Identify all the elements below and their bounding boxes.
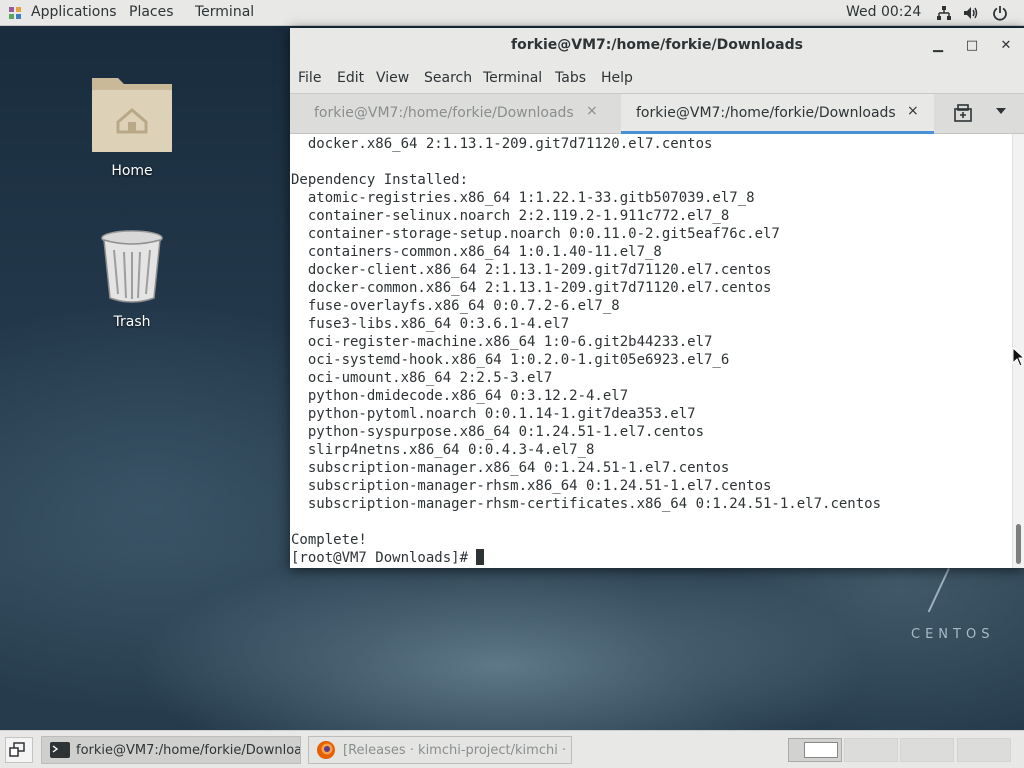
clock[interactable]: Wed 00:24 [846,4,921,20]
taskbar-item-label: forkie@VM7:/home/forkie/Downloa... [76,743,301,758]
close-button[interactable]: ✕ [996,36,1016,56]
tab-label: forkie@VM7:/home/forkie/Downloads [636,105,896,121]
desktop-icon-home-label: Home [111,163,153,179]
maximize-icon: □ [965,38,979,53]
trash-icon [101,230,163,303]
applications-menu[interactable]: Applications [31,4,117,20]
taskbar-item-label: [Releases · kimchi-project/kimchi · G... [343,743,572,758]
centos-logo-mark [927,568,950,613]
tab-close-icon[interactable]: × [586,103,598,119]
desktop-icon-trash-label: Trash [113,314,151,330]
taskbar-item-terminal[interactable]: forkie@VM7:/home/forkie/Downloa... [41,736,301,764]
tab-downloads-1[interactable]: forkie@VM7:/home/forkie/Downloads × [290,94,620,134]
workspace-window-thumbnail [804,742,838,758]
firefox-icon [317,741,335,759]
show-desktop-button[interactable] [5,737,33,763]
menu-tabs[interactable]: Tabs [555,70,586,86]
new-tab-icon[interactable] [954,104,972,122]
menu-edit[interactable]: Edit [337,70,364,86]
terminal-icon [50,742,70,758]
window-title: forkie@VM7:/home/forkie/Downloads [511,37,803,53]
menu-file[interactable]: File [298,70,321,86]
folder-home-icon [92,78,172,152]
workspace-3[interactable] [900,738,954,762]
top-panel: Applications Places Terminal Wed 00:24 [0,0,1024,26]
minimize-button[interactable]: ▁ [928,36,948,56]
shell-prompt: [root@VM7 Downloads]# [291,550,477,566]
text-cursor [476,549,485,565]
close-icon: ✕ [1000,38,1012,53]
maximize-button[interactable]: □ [962,36,982,56]
bottom-taskbar: forkie@VM7:/home/forkie/Downloa... [Rele… [0,730,1024,768]
window-titlebar[interactable]: forkie@VM7:/home/forkie/Downloads ▁ □ ✕ [290,28,1024,64]
taskbar-item-firefox[interactable]: [Releases · kimchi-project/kimchi · G... [308,736,572,764]
show-desktop-icon [9,742,25,757]
tab-label: forkie@VM7:/home/forkie/Downloads [314,105,574,121]
centos-brand-text: CENTOS [911,627,995,642]
tab-downloads-2[interactable]: forkie@VM7:/home/forkie/Downloads × [621,94,934,134]
workspace-1[interactable] [788,738,842,762]
menu-terminal[interactable]: Terminal [483,70,542,86]
terminal-output-text: docker.x86_64 2:1.13.1-209.git7d71120.el… [291,136,882,548]
menu-view[interactable]: View [376,70,409,86]
terminal-output[interactable]: docker.x86_64 2:1.13.1-209.git7d71120.el… [290,134,1012,568]
menu-search[interactable]: Search [424,70,472,86]
tab-close-icon[interactable]: × [907,103,919,119]
workspace-2[interactable] [844,738,898,762]
menu-help[interactable]: Help [601,70,633,86]
places-menu[interactable]: Places [129,4,174,20]
desktop-icon-trash[interactable]: Trash [72,230,192,330]
tabs-dropdown-icon[interactable] [996,108,1006,114]
tab-bar: forkie@VM7:/home/forkie/Downloads × fork… [290,93,1024,134]
network-icon[interactable] [936,5,952,21]
workspace-4[interactable] [957,738,1011,762]
terminal-window[interactable]: forkie@VM7:/home/forkie/Downloads ▁ □ ✕ … [290,28,1024,568]
power-icon[interactable] [992,5,1008,21]
mouse-pointer-icon [1012,347,1024,367]
applications-icon [9,7,21,19]
scrollbar-thumb[interactable] [1016,524,1021,564]
minimize-icon: ▁ [933,38,943,53]
terminal-app-menu[interactable]: Terminal [195,4,254,20]
desktop-icon-home[interactable]: Home [72,72,192,179]
menu-bar: File Edit View Search Terminal Tabs Help [290,65,1024,93]
volume-icon[interactable] [963,5,979,21]
